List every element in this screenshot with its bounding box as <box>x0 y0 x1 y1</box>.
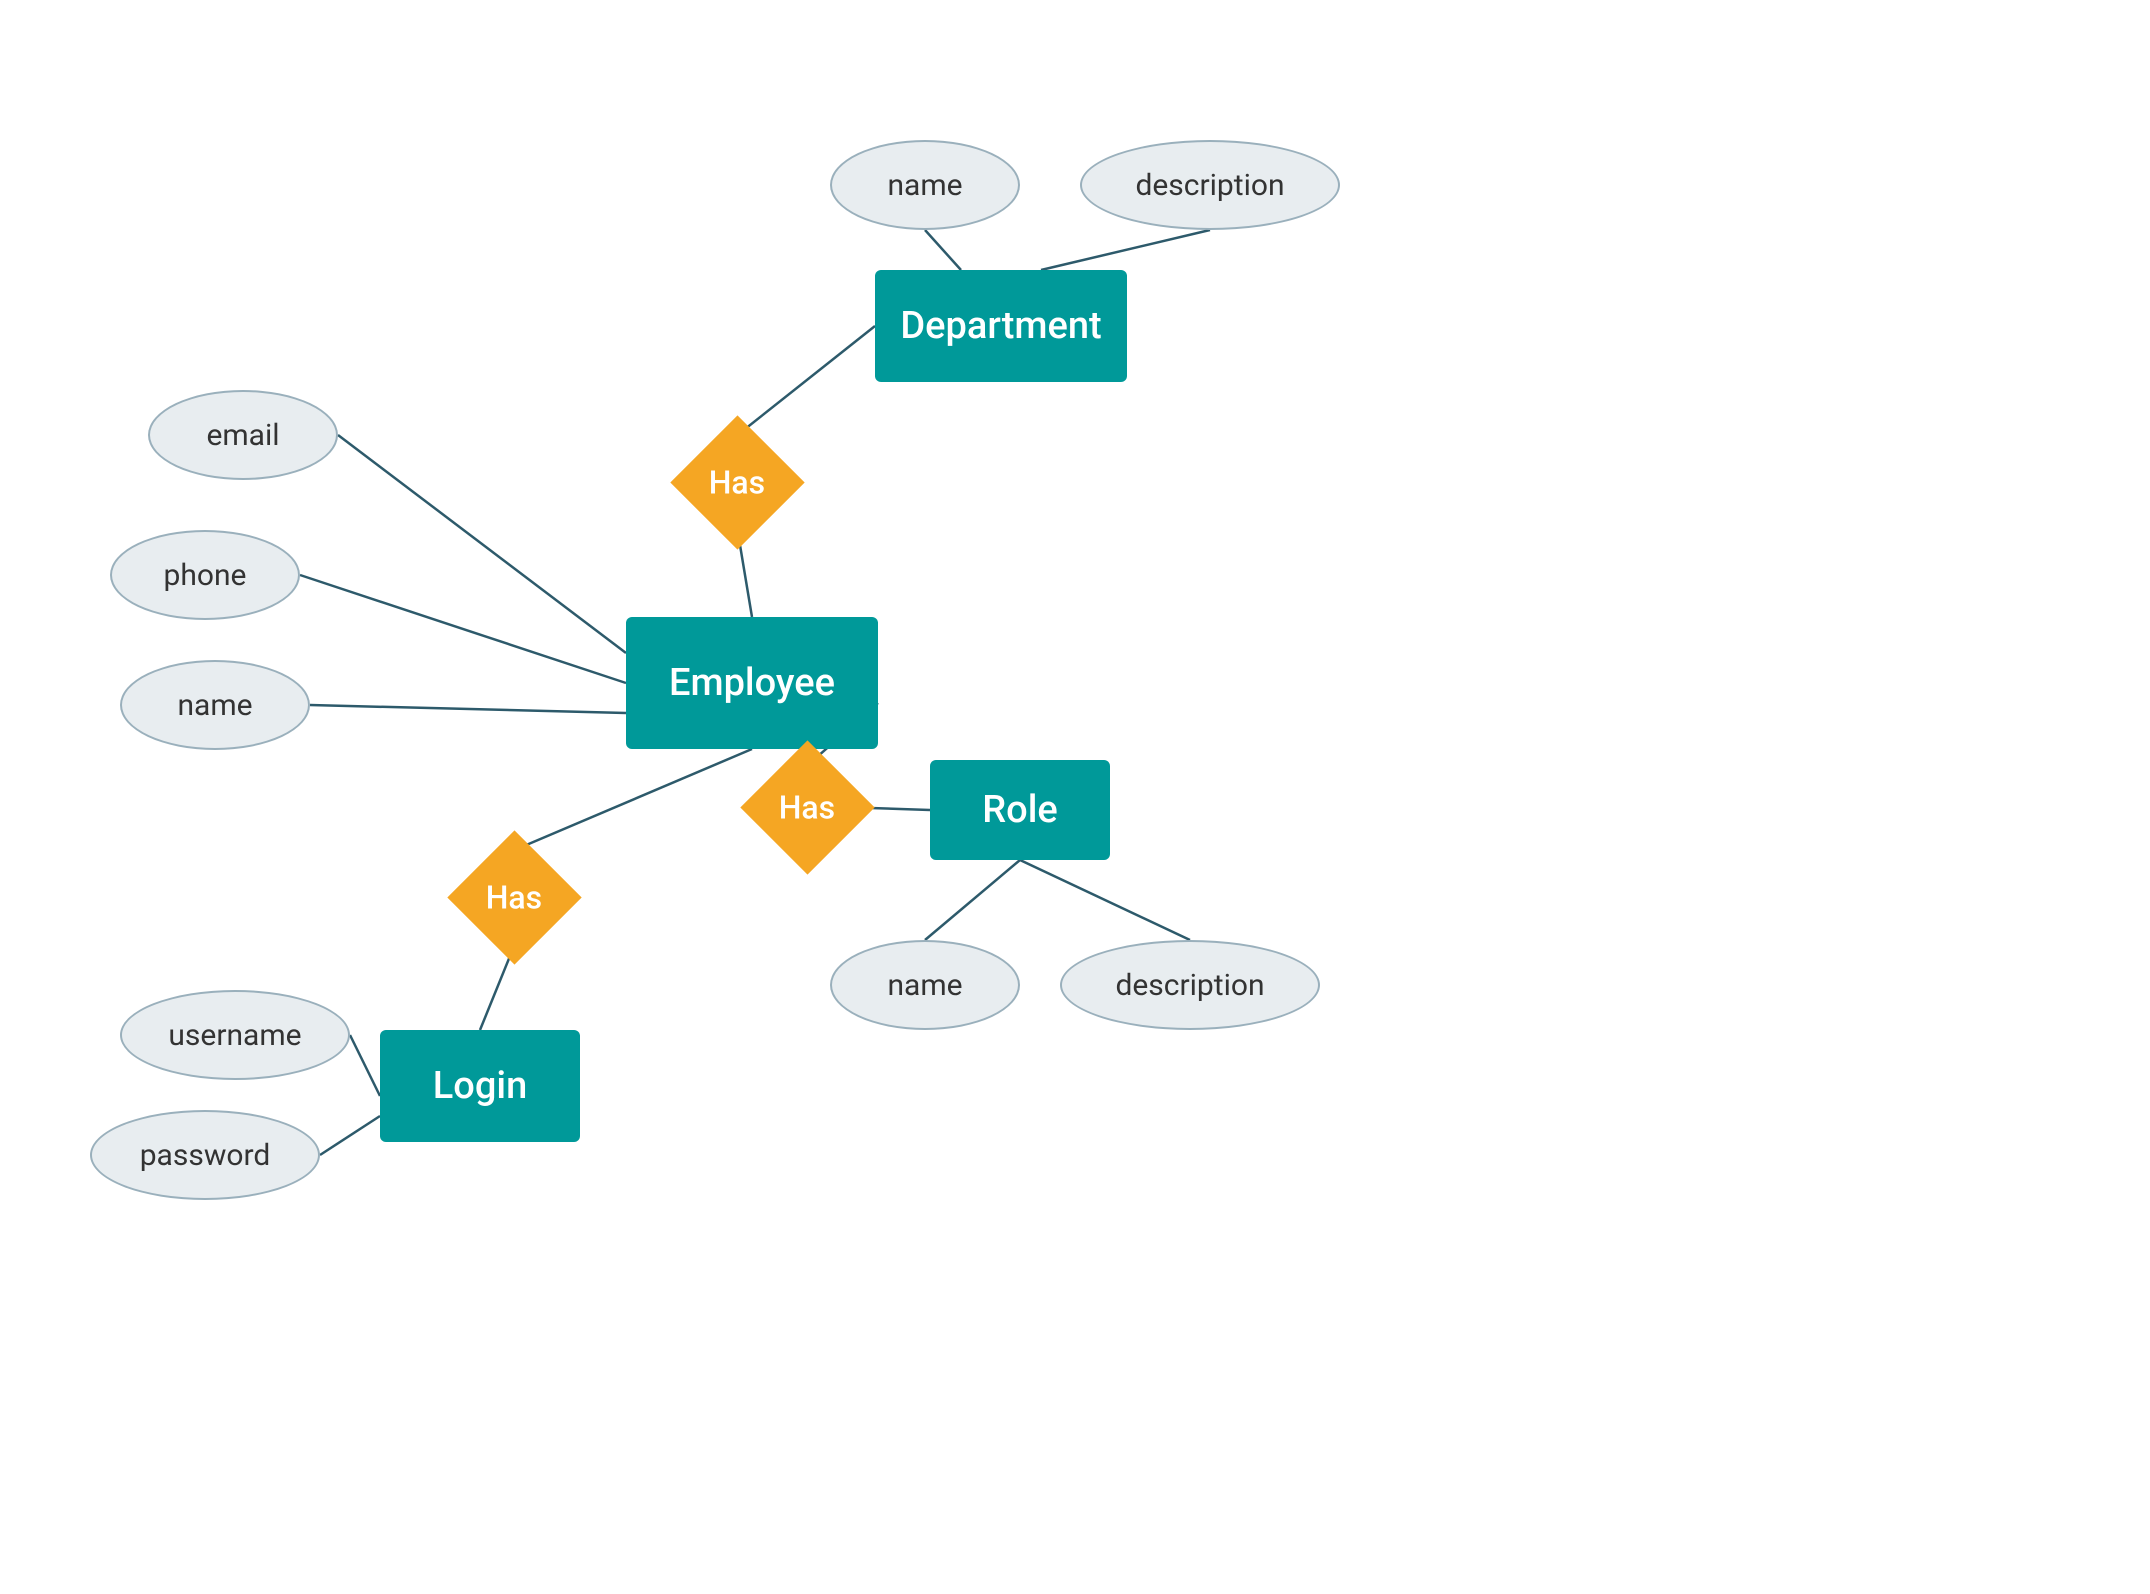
department-entity: Department <box>875 270 1127 382</box>
email-attribute: email <box>148 390 338 480</box>
phone-attribute: phone <box>110 530 300 620</box>
dept-description-attribute: description <box>1080 140 1340 230</box>
role-description-attribute: description <box>1060 940 1320 1030</box>
dept-name-attribute: name <box>830 140 1020 230</box>
emp-name-attribute: name <box>120 660 310 750</box>
role-name-attribute: name <box>830 940 1020 1030</box>
password-attribute: password <box>90 1110 320 1200</box>
username-attribute: username <box>120 990 350 1080</box>
role-entity: Role <box>930 760 1110 860</box>
login-entity: Login <box>380 1030 580 1142</box>
employee-entity: Employee <box>626 617 878 749</box>
